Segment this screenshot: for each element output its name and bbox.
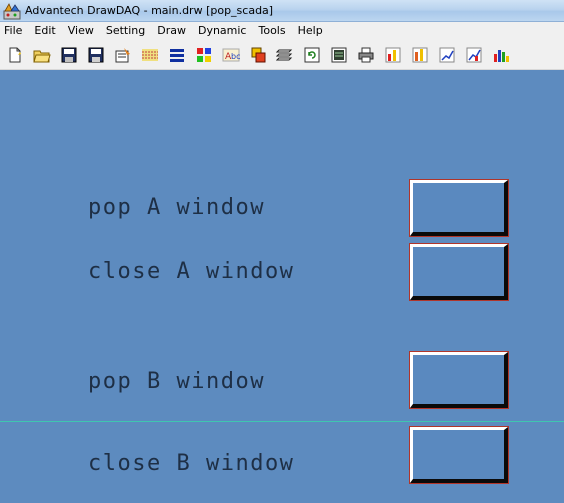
document-icon [331,47,347,62]
menu-draw[interactable]: Draw [151,22,192,40]
chart-red-button[interactable] [380,43,406,67]
bar-chart-icon [494,49,509,62]
divider-line [0,421,564,422]
chart-blue-icon [439,47,455,62]
menu-tools[interactable]: Tools [252,22,291,40]
grid-icon [142,48,158,61]
drawdaq-app-icon [3,2,21,19]
color-button[interactable] [191,43,217,67]
text-button[interactable]: A bc [218,43,244,67]
stack-button[interactable] [272,43,298,67]
pop-a-label: pop A window [88,195,265,220]
refresh-icon [304,47,320,62]
grid-button[interactable] [137,43,163,67]
bar-chart-button[interactable] [488,43,514,67]
chart-orange-button[interactable] [407,43,433,67]
pop-a-button[interactable] [409,179,509,237]
window-title: Advantech DrawDAQ - main.drw [pop_scada] [25,4,274,17]
menu-bar: File Edit View Setting Draw Dynamic Tool… [0,22,564,40]
print-icon [358,47,374,62]
menu-edit[interactable]: Edit [28,22,61,40]
title-bar: Advantech DrawDAQ - main.drw [pop_scada] [0,0,564,22]
pop-b-button[interactable] [409,351,509,409]
print-button[interactable] [353,43,379,67]
save-icon [61,47,77,62]
chart-red-icon [385,47,401,62]
align-button[interactable] [164,43,190,67]
menu-setting[interactable]: Setting [100,22,151,40]
close-b-button[interactable] [409,426,509,484]
chart-mixed-button[interactable] [461,43,487,67]
save-as-icon [88,47,104,62]
save-as-button[interactable] [83,43,109,67]
close-a-button[interactable] [409,243,509,301]
pop-b-label: pop B window [88,369,265,394]
chart-mixed-icon [466,47,482,62]
menu-help[interactable]: Help [292,22,329,40]
menu-view[interactable]: View [62,22,100,40]
layer-icon [251,47,266,62]
text-icon: A bc [222,48,240,62]
color-palette-icon [197,47,211,62]
menu-file[interactable]: File [0,22,28,40]
new-file-button[interactable] [2,43,28,67]
refresh-button[interactable] [299,43,325,67]
open-folder-icon [33,50,51,62]
property-icon [115,47,130,62]
open-button[interactable] [29,43,55,67]
document-button[interactable] [326,43,352,67]
property-button[interactable] [110,43,136,67]
chart-blue-button[interactable] [434,43,460,67]
save-button[interactable] [56,43,82,67]
toolbar: A bc [0,40,564,70]
chart-orange-icon [412,47,428,62]
drawing-canvas[interactable]: pop A window close A window pop B window… [0,71,564,503]
menu-dynamic[interactable]: Dynamic [192,22,253,40]
close-b-label: close B window [88,451,295,476]
stack-icon [276,49,293,60]
layer-button[interactable] [245,43,271,67]
new-file-icon [9,47,21,62]
close-a-label: close A window [88,259,295,284]
align-icon [170,48,184,62]
svg-text:bc: bc [231,52,240,61]
